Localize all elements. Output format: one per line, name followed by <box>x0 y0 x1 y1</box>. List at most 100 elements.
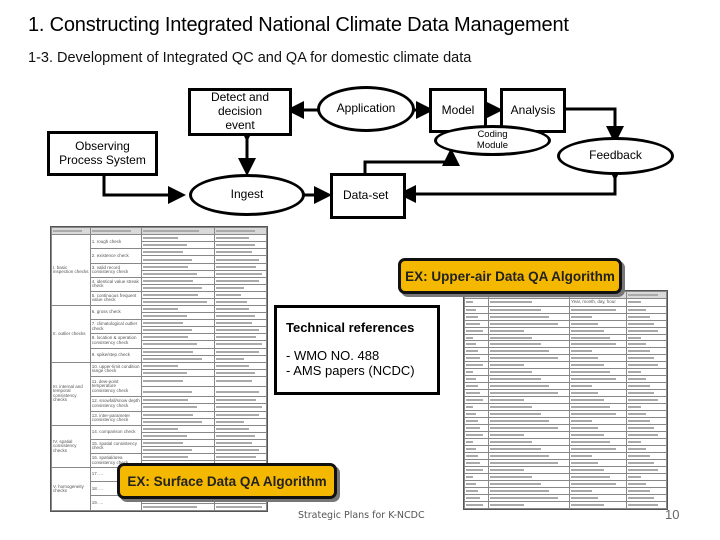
check-cell: 8. location & operation consistency chec… <box>89 333 143 349</box>
detail-cell <box>141 361 216 370</box>
detail-cell <box>141 431 216 440</box>
table-cell <box>625 396 668 405</box>
ingest-label: Ingest <box>230 187 264 202</box>
table-row <box>463 347 668 356</box>
reference-item: - WMO NO. 488 <box>286 348 380 363</box>
table-cell <box>488 438 571 447</box>
table-row <box>463 312 668 321</box>
table-cell <box>488 403 571 412</box>
upper-air-algorithm-callout: EX: Upper-air Data QA Algorithm <box>398 258 622 294</box>
table-cell <box>569 472 627 481</box>
table-cell <box>569 417 627 426</box>
table-cell <box>569 312 627 321</box>
table-cell <box>569 479 627 488</box>
table-cell <box>569 424 627 433</box>
table-cell <box>569 319 627 328</box>
detail-cell <box>141 269 216 278</box>
detect-decision-event-node: Detect and decision event <box>188 88 292 136</box>
table-cell <box>569 375 627 384</box>
table-cell <box>488 340 571 349</box>
detail-cell <box>141 403 216 412</box>
table-row <box>463 368 668 377</box>
table-cell <box>625 458 668 467</box>
table-cell <box>569 389 627 398</box>
group-cell: I. basic inspection checks <box>51 234 91 307</box>
detail-cell <box>141 445 216 454</box>
table-cell <box>463 312 490 321</box>
detail-cell <box>214 333 267 342</box>
check-cell: 15. spatial consistency check <box>89 438 143 454</box>
table-cell <box>625 500 668 510</box>
coding-module-node: Coding Module <box>434 125 551 156</box>
table-cell <box>488 361 571 370</box>
detail-cell <box>141 297 216 307</box>
table-cell <box>463 389 490 398</box>
table-cell <box>488 333 571 342</box>
detail-cell <box>214 297 267 307</box>
detail-cell <box>214 403 267 412</box>
observing-process-system-label: Observing Process System <box>59 138 146 167</box>
table-cell <box>569 333 627 342</box>
table-cell <box>488 319 571 328</box>
surface-algorithm-label: EX: Surface Data QA Algorithm <box>127 473 327 489</box>
header-cell <box>89 226 143 236</box>
table-cell <box>488 493 571 502</box>
table-cell <box>625 424 668 433</box>
table-cell <box>569 410 627 419</box>
detail-cell <box>141 255 216 264</box>
table-cell <box>625 305 668 314</box>
table-cell <box>569 382 627 391</box>
table-cell <box>625 319 668 328</box>
table-cell <box>625 340 668 349</box>
detail-cell <box>141 319 216 328</box>
table-cell <box>625 297 668 307</box>
table-cell <box>488 458 571 467</box>
check-cell: 7. climatological outlier check <box>89 319 143 335</box>
detail-cell <box>141 396 216 405</box>
table-cell <box>569 347 627 356</box>
table-cell <box>488 297 571 307</box>
feedback-label: Feedback <box>589 148 642 163</box>
table-cell <box>463 375 490 384</box>
detail-cell <box>214 312 267 321</box>
table-cell <box>463 347 490 356</box>
table-cell <box>625 354 668 363</box>
table-cell <box>569 445 627 453</box>
detail-cell <box>214 262 267 271</box>
footer-text: Strategic Plans for K-NCDC <box>298 510 425 521</box>
technical-references-heading: Technical references <box>286 320 415 335</box>
detail-cell <box>141 375 216 388</box>
detail-cell <box>214 424 267 433</box>
technical-references-box: Technical references - WMO NO. 488 - AMS… <box>274 305 440 395</box>
table-row <box>463 410 668 419</box>
header-cell <box>214 226 267 236</box>
detail-cell <box>214 347 267 356</box>
check-cell: 5. continuous frequent value check <box>89 290 143 307</box>
table-cell <box>488 451 571 460</box>
table-cell <box>463 424 490 433</box>
detail-cell <box>141 502 216 512</box>
detail-cell <box>141 262 216 271</box>
dataset-node: Data-set <box>330 173 406 219</box>
table-cell <box>488 305 571 314</box>
table-cell <box>488 396 571 405</box>
check-cell: 1. rough check <box>89 234 143 250</box>
detail-cell <box>141 312 216 321</box>
table-cell <box>625 472 668 481</box>
check-cell: 13. inter-parameter consistency check <box>89 410 143 426</box>
table-cell <box>463 382 490 391</box>
detail-cell <box>141 354 216 363</box>
table-cell <box>463 354 490 363</box>
table-cell <box>488 431 571 440</box>
surface-algorithm-callout: EX: Surface Data QA Algorithm <box>117 463 337 499</box>
table-row <box>463 375 668 384</box>
table-cell <box>569 368 627 377</box>
detail-cell <box>141 347 216 356</box>
table-cell <box>625 368 668 377</box>
table-cell <box>569 500 627 510</box>
table-row <box>463 305 668 314</box>
table-cell <box>625 438 668 447</box>
detail-cell <box>214 410 267 419</box>
table-row <box>463 445 668 453</box>
table-cell <box>569 493 627 502</box>
